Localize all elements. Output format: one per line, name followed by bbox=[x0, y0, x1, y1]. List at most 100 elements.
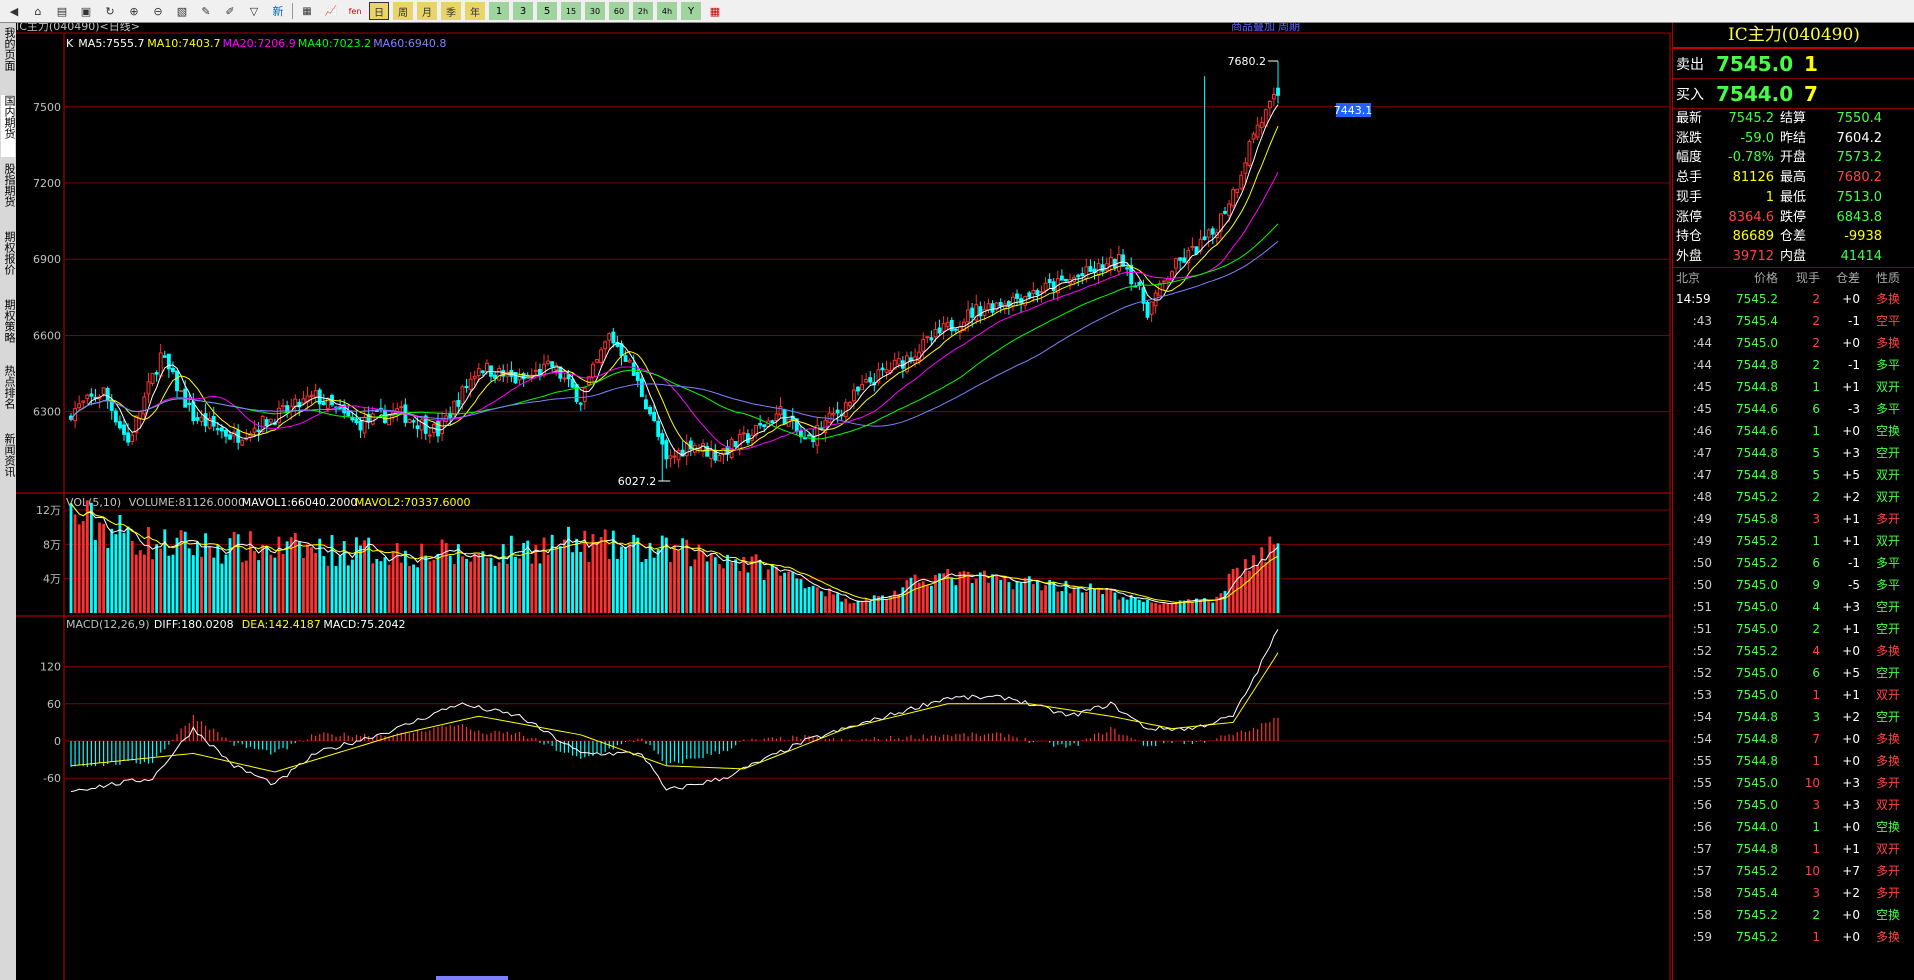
period-button-12[interactable]: 4h bbox=[657, 2, 677, 20]
price-axis-label: 7200 bbox=[33, 177, 61, 190]
tick-row[interactable]: 14:59 7545.2 2 +0 多换 bbox=[1673, 288, 1914, 310]
volume-bar bbox=[481, 551, 485, 613]
candle-body bbox=[925, 336, 930, 339]
left-tab-6[interactable]: 新闻资讯 bbox=[1, 433, 16, 495]
tick-row[interactable]: :51 7545.0 4 +3 空开 bbox=[1673, 596, 1914, 618]
zoom-out-icon[interactable]: ⊖ bbox=[148, 2, 168, 20]
period-button-13[interactable]: Y bbox=[681, 2, 701, 20]
left-tab-2[interactable]: 股指期货 bbox=[1, 163, 16, 225]
tick-cell: :58 bbox=[1692, 907, 1712, 922]
candle-body bbox=[611, 331, 616, 344]
tick-row[interactable]: :51 7545.0 2 +1 空开 bbox=[1673, 618, 1914, 640]
tick-row[interactable]: :52 7545.0 6 +5 空开 bbox=[1673, 662, 1914, 684]
volume-bar bbox=[195, 541, 199, 613]
tick-row[interactable]: :47 7544.8 5 +5 双开 bbox=[1673, 464, 1914, 486]
period-button-4[interactable]: 年 bbox=[465, 2, 485, 20]
volume-bar bbox=[999, 579, 1003, 613]
period-button-0[interactable]: 日 bbox=[369, 2, 389, 20]
tick-cell: :49 bbox=[1692, 533, 1712, 548]
tick-row[interactable]: :50 7545.0 9 -5 多平 bbox=[1673, 574, 1914, 596]
tick-row[interactable]: :49 7545.2 1 +1 双开 bbox=[1673, 530, 1914, 552]
period-button-5[interactable]: 1 bbox=[489, 2, 509, 20]
tick-row[interactable]: :45 7544.6 6 -3 多平 bbox=[1673, 398, 1914, 420]
tick-cell: +5 bbox=[1842, 467, 1860, 482]
tick-row[interactable]: :44 7545.0 2 +0 多换 bbox=[1673, 332, 1914, 354]
tick-row[interactable]: :57 7545.2 10 +7 多开 bbox=[1673, 860, 1914, 882]
back-icon[interactable]: ◀ bbox=[4, 2, 24, 20]
period-button-8[interactable]: 15 bbox=[561, 2, 581, 20]
tick-row[interactable]: :43 7545.4 2 -1 空平 bbox=[1673, 310, 1914, 332]
kline-chart[interactable]: IC主力(040490)<日线> 商品叠加 周期 K MA5:7555.7 MA10:74… bbox=[16, 23, 1671, 980]
fenshi-button[interactable]: fen bbox=[345, 2, 365, 20]
candle-body bbox=[195, 417, 200, 421]
tick-row[interactable]: :45 7544.8 1 +1 双开 bbox=[1673, 376, 1914, 398]
volume-bar bbox=[204, 533, 207, 613]
candle-body bbox=[1223, 210, 1227, 214]
tick-row[interactable]: :52 7545.2 4 +0 多换 bbox=[1673, 640, 1914, 662]
overlay-link: 商品叠加 bbox=[1231, 23, 1275, 33]
period-button-3[interactable]: 季 bbox=[441, 2, 461, 20]
candle-body bbox=[668, 455, 673, 459]
left-tab-0[interactable]: 我的页面 bbox=[1, 27, 16, 89]
tick-row[interactable]: :58 7545.2 2 +0 空换 bbox=[1673, 904, 1914, 926]
left-tab-4[interactable]: 期权策略 bbox=[1, 299, 16, 361]
tick-row[interactable]: :56 7544.0 1 +0 空换 bbox=[1673, 816, 1914, 838]
toolbar: ◀ ⌂ ▤ ▣ ↻ ⊕ ⊖ ▧ ✎ ✐ ▽ 新 ▦ 📈 fen 日周月季年 1 3 5 15 30 60 2h 4h Y ▦ bbox=[0, 0, 1914, 23]
candle-body bbox=[158, 352, 163, 377]
left-tab-5[interactable]: 热点排名 bbox=[1, 365, 16, 427]
tick-row[interactable]: :57 7544.8 1 +1 双开 bbox=[1673, 838, 1914, 860]
period-button-7[interactable]: 5 bbox=[537, 2, 557, 20]
period-button-11[interactable]: 2h bbox=[633, 2, 653, 20]
tick-row[interactable]: :49 7545.8 3 +1 多开 bbox=[1673, 508, 1914, 530]
brush-icon[interactable]: ✐ bbox=[220, 2, 240, 20]
tick-row[interactable]: :50 7545.2 6 -1 多平 bbox=[1673, 552, 1914, 574]
candle-body bbox=[591, 363, 595, 378]
home-icon[interactable]: ⌂ bbox=[28, 2, 48, 20]
period-button-10[interactable]: 60 bbox=[609, 2, 629, 20]
tick-row[interactable]: :47 7544.8 5 +3 空开 bbox=[1673, 442, 1914, 464]
candle-body bbox=[949, 319, 954, 332]
filter-icon[interactable]: ▽ bbox=[244, 2, 264, 20]
candle-body bbox=[1051, 281, 1056, 292]
period-button-1[interactable]: 周 bbox=[393, 2, 413, 20]
layers-icon[interactable]: ▧ bbox=[172, 2, 192, 20]
tick-row[interactable]: :44 7544.8 2 -1 多平 bbox=[1673, 354, 1914, 376]
refresh-icon[interactable]: ↻ bbox=[100, 2, 120, 20]
tick-row[interactable]: :55 7545.0 10 +3 多开 bbox=[1673, 772, 1914, 794]
tick-row[interactable]: :59 7545.2 1 +0 多换 bbox=[1673, 926, 1914, 948]
tick-list[interactable]: 14:59 7545.2 2 +0 多换:43 7545.4 2 -1 空平:44 7545.0 2… bbox=[1673, 288, 1914, 948]
candle-body bbox=[228, 434, 232, 440]
left-tab-1[interactable]: 国内期货 bbox=[1, 95, 16, 157]
line-chart-icon[interactable]: 📈 bbox=[321, 2, 341, 20]
tick-row[interactable]: :48 7545.2 2 +2 双开 bbox=[1673, 486, 1914, 508]
window-icon[interactable]: ▣ bbox=[76, 2, 96, 20]
left-tab-3[interactable]: 期权报价 bbox=[1, 231, 16, 293]
tick-row[interactable]: :55 7544.8 1 +0 多换 bbox=[1673, 750, 1914, 772]
zoom-in-icon[interactable]: ⊕ bbox=[124, 2, 144, 20]
volume-bar bbox=[677, 550, 681, 613]
tick-cell: 2 bbox=[1812, 357, 1820, 372]
volume-bar bbox=[147, 527, 150, 613]
tick-row[interactable]: :58 7545.4 3 +2 多开 bbox=[1673, 882, 1914, 904]
volume-bar bbox=[1129, 595, 1133, 613]
volume-bar bbox=[1080, 592, 1084, 613]
calendar-icon[interactable]: ▦ bbox=[705, 2, 725, 20]
book-icon[interactable]: ▤ bbox=[52, 2, 72, 20]
tick-row[interactable]: :54 7544.8 7 +0 多换 bbox=[1673, 728, 1914, 750]
volume-bar bbox=[795, 578, 799, 613]
period-button-6[interactable]: 3 bbox=[513, 2, 533, 20]
candle-body bbox=[635, 371, 640, 381]
period-button-9[interactable]: 30 bbox=[585, 2, 605, 20]
volume-bar bbox=[697, 544, 701, 613]
table-icon[interactable]: ▦ bbox=[297, 2, 317, 20]
candle-body bbox=[493, 374, 498, 379]
tick-row[interactable]: :54 7544.8 3 +2 空开 bbox=[1673, 706, 1914, 728]
volume-bar bbox=[200, 556, 203, 613]
tick-row[interactable]: :53 7545.0 1 +1 双开 bbox=[1673, 684, 1914, 706]
new-button[interactable]: 新 bbox=[268, 2, 288, 20]
tick-row[interactable]: :46 7544.6 1 +0 空换 bbox=[1673, 420, 1914, 442]
pen-icon[interactable]: ✎ bbox=[196, 2, 216, 20]
period-button-2[interactable]: 月 bbox=[417, 2, 437, 20]
tick-row[interactable]: :56 7545.0 3 +3 双开 bbox=[1673, 794, 1914, 816]
volume-bar bbox=[819, 591, 823, 613]
